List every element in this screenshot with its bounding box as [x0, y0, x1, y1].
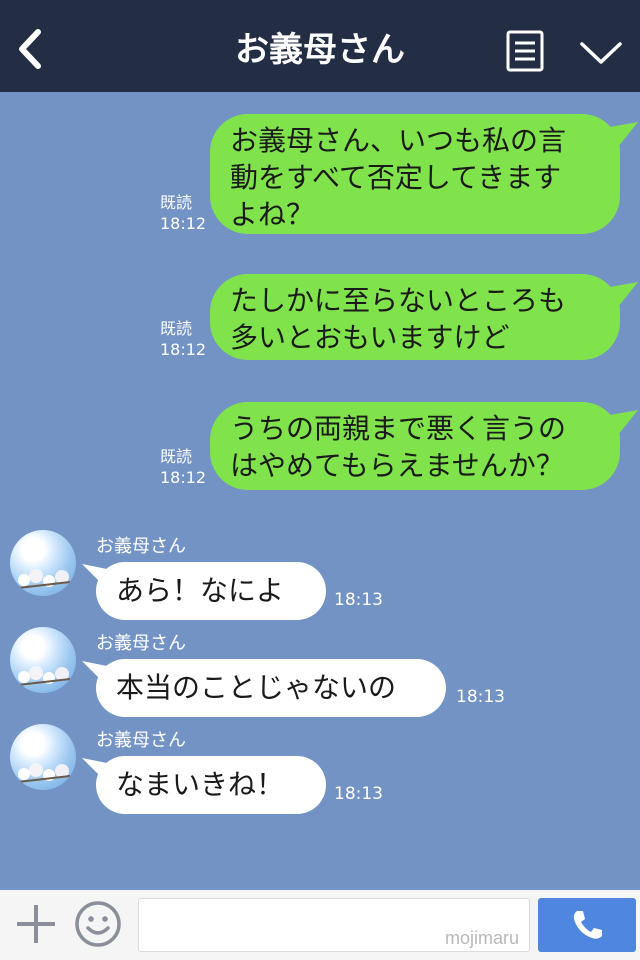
message-bubble[interactable]: お義母さん、いつも私の言 動をすべて否定してきます よね？	[210, 114, 620, 234]
message-text-line: 多いとおもいますけど	[230, 321, 510, 354]
message-time: 18:12	[160, 340, 207, 359]
message-bubble[interactable]: たしかに至らないところも 多いとおもいますけど	[210, 274, 620, 360]
chevron-left-icon[interactable]	[12, 26, 48, 72]
chat-header: お義母さん	[0, 0, 640, 92]
message-meta: 既読 18:12	[160, 318, 210, 360]
avatar[interactable]	[10, 724, 76, 790]
chat-title: お義母さん	[235, 30, 405, 70]
chevron-down-icon[interactable]	[578, 34, 624, 70]
blossom-image	[17, 763, 71, 783]
message-incoming: お義母さん なまいきね！ 18:13	[0, 724, 640, 816]
sender-name: お義母さん	[96, 536, 186, 557]
phone-icon	[573, 911, 602, 939]
input-bar: mojimaru	[0, 890, 640, 960]
message-text-line: よね？	[230, 198, 315, 231]
message-text-line: たしかに至らないところも	[230, 284, 567, 317]
message-text-line: 動をすべて否定してきます	[230, 161, 562, 194]
watermark: mojimaru	[444, 928, 519, 948]
read-receipt: 既読	[160, 319, 193, 338]
call-button[interactable]	[538, 898, 636, 952]
message-time: 18:13	[456, 687, 505, 707]
message-input[interactable]: mojimaru	[138, 898, 530, 952]
read-receipt: 既読	[160, 193, 193, 212]
avatar[interactable]	[10, 627, 76, 693]
message-time: 18:12	[160, 468, 207, 487]
message-meta: 既読 18:12	[160, 192, 210, 234]
menu-icon[interactable]	[506, 30, 544, 72]
message-text-line: うちの両親まで悪く言うの	[230, 412, 567, 445]
read-receipt: 既読	[160, 447, 193, 466]
message-time: 18:12	[160, 214, 207, 233]
message-incoming: お義母さん あら！なによ 18:13	[0, 530, 640, 622]
message-meta: 既読 18:12	[160, 446, 210, 488]
sender-name: お義母さん	[96, 633, 186, 654]
message-outgoing: お義母さん、いつも私の言 動をすべて否定してきます よね？ 既読 18:12	[0, 114, 640, 234]
message-bubble[interactable]: 本当のことじゃないの	[96, 659, 446, 717]
sender-name: お義母さん	[96, 730, 186, 751]
message-time: 18:13	[334, 784, 383, 804]
message-incoming: お義母さん 本当のことじゃないの 18:13	[0, 627, 640, 719]
message-outgoing: うちの両親まで悪く言うの はやめてもらえませんか？ 既読 18:12	[0, 402, 640, 490]
smile-icon[interactable]	[74, 900, 122, 948]
message-time: 18:13	[334, 590, 383, 610]
plus-icon[interactable]	[14, 902, 58, 946]
message-text-line: はやめてもらえませんか？	[230, 449, 564, 482]
blossom-image	[17, 666, 71, 686]
message-bubble[interactable]: あら！なによ	[96, 562, 326, 620]
message-text-line: お義母さん、いつも私の言	[230, 124, 567, 157]
blossom-image	[17, 569, 71, 589]
avatar[interactable]	[10, 530, 76, 596]
message-bubble[interactable]: なまいきね！	[96, 756, 326, 814]
message-bubble[interactable]: うちの両親まで悪く言うの はやめてもらえませんか？	[210, 402, 620, 490]
chat-area[interactable]: お義母さん、いつも私の言 動をすべて否定してきます よね？ 既読 18:12 た…	[0, 92, 640, 890]
message-outgoing: たしかに至らないところも 多いとおもいますけど 既読 18:12	[0, 274, 640, 360]
